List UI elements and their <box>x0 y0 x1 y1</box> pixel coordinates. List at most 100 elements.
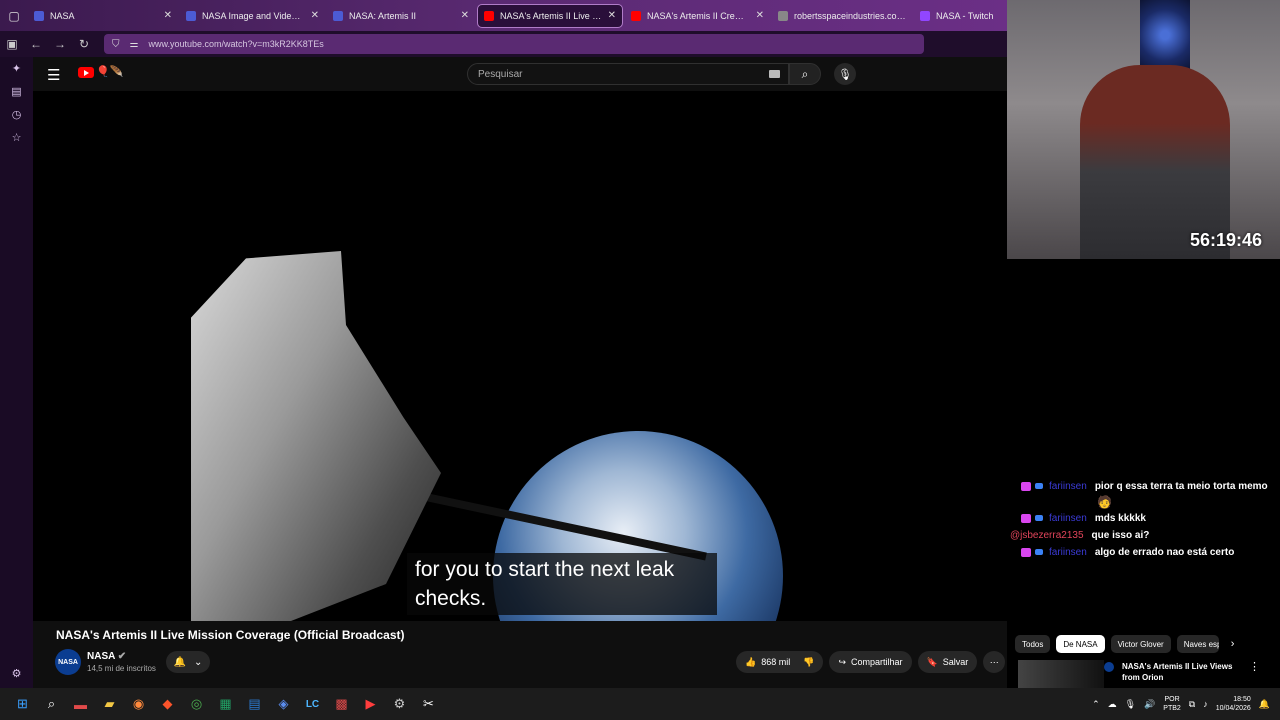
history-icon[interactable]: ◷ <box>0 103 33 126</box>
share-label: Compartilhar <box>851 657 903 667</box>
chip-all[interactable]: Todos <box>1015 635 1051 653</box>
more-actions-button[interactable]: ⋯ <box>983 651 1006 673</box>
tab-crew-comes[interactable]: NASA's Artemis II Crew Comes ✕ <box>625 4 770 28</box>
chat-text: que isso ai? <box>1091 530 1150 541</box>
video-title: NASA's Artemis II Live Mission Coverage … <box>56 628 405 642</box>
close-tab-icon[interactable]: ✕ <box>311 10 319 21</box>
speaker-icon[interactable]: ♪ <box>1203 699 1208 709</box>
video-player[interactable]: for you to start the next leak checks. <box>33 91 1007 621</box>
subscription-bell-button[interactable]: 🔔 ⌄ <box>166 651 210 673</box>
chat-username: fariinsen <box>1049 513 1087 524</box>
capcut-icon[interactable]: ✂ <box>414 688 443 720</box>
search-placeholder: Pesquisar <box>478 68 523 80</box>
chevron-right-icon[interactable]: › <box>1231 638 1235 650</box>
channel-name[interactable]: NASA ✔ <box>87 651 126 662</box>
ai-icon[interactable]: ✦ <box>0 57 33 80</box>
tab-label: NASA's Artemis II Crew Comes <box>647 10 750 21</box>
thumbs-up-icon: 👍 <box>745 656 757 667</box>
search-input[interactable]: Pesquisar <box>467 63 789 85</box>
tab-twitch[interactable]: NASA - Twitch <box>914 4 1004 28</box>
recommended-title[interactable]: NASA's Artemis II Live Views from Orion <box>1122 661 1252 683</box>
settings-icon[interactable]: ⚙ <box>0 662 33 685</box>
tab-nasa[interactable]: NASA ✕ <box>28 4 178 28</box>
volume-icon[interactable]: 🔊 <box>1144 699 1155 710</box>
language-code: POR <box>1164 696 1180 703</box>
tabs-icon[interactable]: ▤ <box>0 80 33 103</box>
channel-avatar[interactable]: NASA <box>55 649 81 675</box>
windows-start-icon[interactable]: ⊞ <box>8 688 37 720</box>
onedrive-icon[interactable]: ☁ <box>1108 699 1117 710</box>
word-icon[interactable]: ▤ <box>240 688 269 720</box>
app-lc-icon[interactable]: LC <box>298 688 327 720</box>
search-button[interactable]: ⌕ <box>789 63 821 85</box>
app-red-icon[interactable]: ▬ <box>66 688 95 720</box>
chip-spacecraft[interactable]: Naves esp <box>1176 635 1219 653</box>
tab-live-mission-coverage[interactable]: NASA's Artemis II Live Missi ✕ <box>477 3 623 28</box>
app-tile-icon[interactable]: ▩ <box>327 688 356 720</box>
voice-search-button[interactable]: 🎙 <box>834 63 856 85</box>
video-actions: 👍 868 mil 👎 ↪ Compartilhar 🔖 Salvar ⋯ <box>736 651 1006 673</box>
close-tab-icon[interactable]: ✕ <box>461 10 469 21</box>
stream-timer: 56:19:46 <box>1190 230 1263 250</box>
more-vertical-icon[interactable]: ⋮ <box>1249 660 1260 673</box>
site-settings-icon[interactable]: ⚌ <box>130 39 139 50</box>
recommended-thumbnail[interactable] <box>1018 660 1104 688</box>
sidebar-toggle-icon[interactable]: ▣ <box>0 31 24 57</box>
youtube-logo-icon[interactable] <box>78 67 94 78</box>
search-icon[interactable]: ⌕ <box>37 688 66 720</box>
brave-icon[interactable]: ◆ <box>153 688 182 720</box>
microphone-icon[interactable]: 🎙 <box>1125 699 1136 710</box>
youtube-header: ☰ 🎈🪶 Pesquisar ⌕ 🎙 <box>33 57 1007 91</box>
excel-icon[interactable]: ▦ <box>211 688 240 720</box>
close-tab-icon[interactable]: ✕ <box>756 10 764 21</box>
share-button[interactable]: ↪ Compartilhar <box>829 651 912 673</box>
chat-badge-icon <box>1035 515 1043 521</box>
site-security-icon[interactable]: ⛉ <box>112 39 120 50</box>
back-icon[interactable]: ← <box>24 31 48 57</box>
file-explorer-icon[interactable]: ▰ <box>95 688 124 720</box>
tab-rsi[interactable]: robertsspaceindustries.com/en <box>772 4 912 28</box>
chat-emote-icon: 🧑 <box>1097 495 1112 509</box>
url-text: www.youtube.com/watch?v=m3kR2KK8TEs <box>148 39 324 49</box>
close-tab-icon[interactable]: ✕ <box>164 10 172 21</box>
clock-date: 10/04/2026 <box>1215 705 1251 712</box>
chevron-up-icon[interactable]: ⌃ <box>1092 699 1100 710</box>
save-label: Salvar <box>942 657 969 667</box>
like-button[interactable]: 👍 868 mil 👎 <box>736 651 824 673</box>
rsi-favicon-icon <box>778 10 788 21</box>
menu-icon[interactable]: ☰ <box>47 66 60 84</box>
language-indicator[interactable]: POR PTB2 <box>1163 695 1181 713</box>
tab-nasa-artemis[interactable]: NASA: Artemis II ✕ <box>327 4 475 28</box>
keyboard-icon[interactable] <box>769 70 780 78</box>
tab-nasa-image-library[interactable]: NASA Image and Video Library ✕ <box>180 4 325 28</box>
favorites-icon[interactable]: ☆ <box>0 126 33 149</box>
save-button[interactable]: 🔖 Salvar <box>917 651 978 673</box>
chip-victor-glover[interactable]: Victor Glover <box>1110 635 1171 653</box>
desktop: ▢ NASA ✕ NASA Image and Video Library ✕ … <box>0 0 1280 720</box>
thumbs-down-icon[interactable]: 👎 <box>803 657 814 668</box>
nasa-favicon-icon <box>186 10 196 21</box>
firefox-icon[interactable]: ◉ <box>124 688 153 720</box>
clock[interactable]: 18:50 10/04/2026 <box>1216 695 1251 713</box>
chip-from-nasa[interactable]: De NASA <box>1056 635 1105 653</box>
system-tray: ⌃ ☁ 🎙 🔊 POR PTB2 ⧉ ♪ 18:50 10/04/2026 🔔 <box>1092 688 1270 720</box>
reload-icon[interactable]: ↻ <box>72 31 96 57</box>
network-icon[interactable]: ⧉ <box>1189 699 1195 710</box>
chrome-icon[interactable]: ◎ <box>182 688 211 720</box>
app-gear-icon[interactable]: ⚙ <box>385 688 414 720</box>
subscriber-count: 14,5 mi de inscritos <box>87 664 156 673</box>
url-field[interactable]: ⛉ ⚌ www.youtube.com/watch?v=m3kR2KK8TEs <box>104 34 924 54</box>
forward-icon[interactable]: → <box>48 31 72 57</box>
media-player-icon[interactable]: ▶ <box>356 688 385 720</box>
notification-bell-icon[interactable]: 🔔 <box>1259 699 1270 710</box>
close-tab-icon[interactable]: ✕ <box>608 10 616 21</box>
recommended-video[interactable]: NASA's Artemis II Live Views from Orion … <box>1018 660 1280 688</box>
youtube-doodle-icon[interactable]: 🎈🪶 <box>96 65 123 78</box>
browser-sidebar: ✦ ▤ ◷ ☆ ⚙ <box>0 57 33 688</box>
workspaces-icon[interactable]: ▢ <box>0 0 28 31</box>
search-icon: ⌕ <box>801 66 809 81</box>
bookmark-icon: 🔖 <box>926 656 938 667</box>
subscriber-badge-icon <box>1021 514 1031 523</box>
chat-message: fariinsen algo de errado nao está certo <box>1007 544 1280 561</box>
app-blue-icon[interactable]: ◈ <box>269 688 298 720</box>
